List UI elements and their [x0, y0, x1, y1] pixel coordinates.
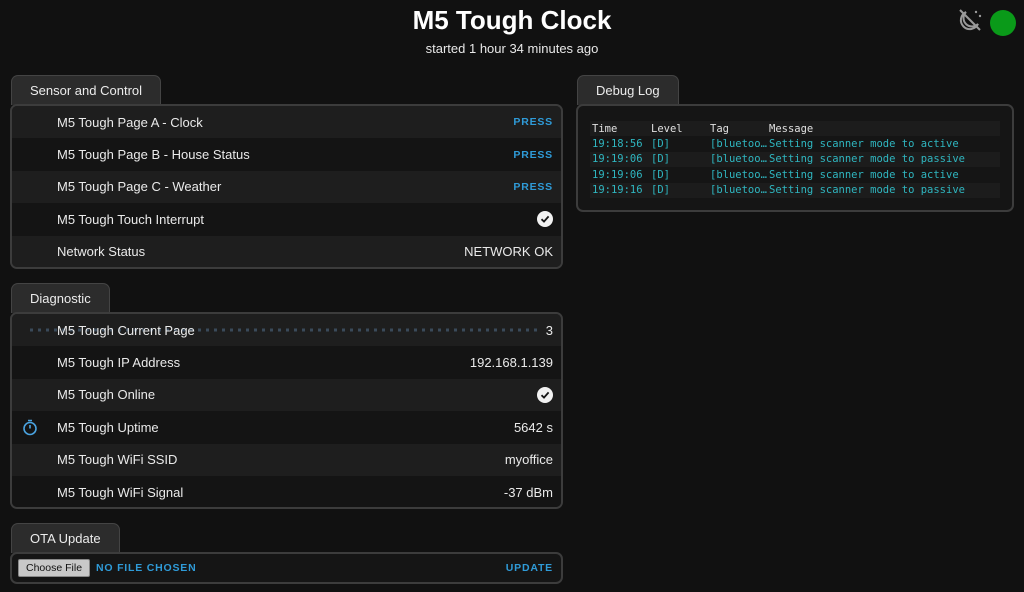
tab-sensor-and-control[interactable]: Sensor and Control — [11, 75, 162, 105]
log-message: Setting scanner mode to passive — [767, 182, 1000, 198]
log-tag: [bluetoo… — [708, 182, 767, 198]
row-label: M5 Tough Online — [57, 387, 156, 403]
check-circle-icon — [537, 211, 553, 228]
log-message: Setting scanner mode to active — [769, 137, 959, 150]
ota-panel: Choose File NO FILE CHOSEN UPDATE — [10, 552, 563, 584]
update-button[interactable]: UPDATE — [506, 562, 553, 574]
connection-status-icon — [990, 9, 1016, 36]
row-label: M5 Tough Page A - Clock — [57, 114, 203, 130]
press-button[interactable]: PRESS — [513, 116, 553, 128]
list-item: M5 Tough Page A - Clock PRESS — [12, 106, 561, 139]
tab-debug-log[interactable]: Debug Log — [577, 75, 679, 105]
top-status-bar — [956, 6, 1016, 39]
debug-log-panel: Time Level Tag Message 19:18:56 [D] [blu… — [576, 104, 1014, 212]
column-header: Level — [651, 122, 683, 135]
log-time: 19:19:06 — [592, 168, 643, 181]
log-time: 19:19:16 — [590, 182, 649, 198]
log-tag: [bluetoo… — [710, 137, 767, 150]
list-item: M5 Tough WiFi Signal -37 dBm — [12, 475, 561, 507]
tab-diagnostic[interactable]: Diagnostic — [11, 283, 110, 313]
network-status-value: NETWORK OK — [464, 244, 553, 260]
list-item: M5 Tough IP Address 192.168.1.139 — [12, 346, 561, 379]
press-button[interactable]: PRESS — [513, 149, 553, 161]
row-label: M5 Tough Page C - Weather — [57, 179, 222, 195]
check-circle-icon — [537, 386, 553, 403]
list-item: M5 Tough Page B - House Status PRESS — [12, 138, 561, 171]
column-header: Tag — [710, 122, 729, 135]
log-message: Setting scanner mode to active — [769, 168, 959, 181]
diagnostic-panel: M5 Tough Current Page 3 M5 Tough IP Addr… — [10, 312, 563, 509]
log-tag: [bluetoo… — [710, 168, 767, 181]
log-time: 19:18:56 — [592, 137, 643, 150]
theme-toggle-icon[interactable] — [956, 6, 984, 39]
wifi-ssid-value: myoffice — [504, 452, 553, 468]
current-page-value: 3 — [545, 322, 553, 338]
ip-address-value: 192.168.1.139 — [469, 355, 553, 371]
log-level: [D] — [649, 151, 708, 167]
tab-ota-update[interactable]: OTA Update — [11, 523, 120, 553]
uptime-value: 5642 s — [513, 419, 553, 435]
list-item: Network Status NETWORK OK — [12, 235, 561, 267]
row-label: M5 Tough WiFi SSID — [57, 452, 178, 468]
column-header: Message — [769, 122, 814, 135]
file-name-label: NO FILE CHOSEN — [96, 562, 197, 574]
row-label: M5 Tough WiFi Signal — [57, 484, 184, 500]
list-item: M5 Tough Current Page 3 — [12, 314, 561, 347]
table-row: 19:19:06 [D] [bluetoo… Setting scanner m… — [590, 167, 1000, 183]
row-label: M5 Tough IP Address — [57, 355, 181, 371]
choose-file-button[interactable]: Choose File — [18, 559, 91, 577]
list-item: M5 Tough Online — [12, 378, 561, 412]
list-item: M5 Tough WiFi SSID myoffice — [12, 443, 561, 476]
column-header: Time — [592, 122, 618, 135]
table-row: 19:19:16 [D] [bluetoo… Setting scanner m… — [590, 182, 1000, 198]
table-row: 19:19:06 [D] [bluetoo… Setting scanner m… — [590, 151, 1000, 167]
row-label: M5 Tough Page B - House Status — [57, 147, 250, 163]
row-label: M5 Tough Current Page — [57, 322, 195, 338]
row-label: M5 Tough Uptime — [57, 419, 159, 435]
press-button[interactable]: PRESS — [513, 181, 553, 193]
log-message: Setting scanner mode to passive — [767, 151, 1000, 167]
page-subtitle: started 1 hour 34 minutes ago — [425, 41, 599, 56]
log-tag: [bluetoo… — [708, 151, 767, 167]
row-label: M5 Tough Touch Interrupt — [57, 211, 204, 227]
log-level: [D] — [651, 168, 670, 181]
log-header-row: Time Level Tag Message — [590, 121, 1000, 136]
log-level: [D] — [649, 182, 708, 198]
page-title: M5 Tough Clock — [412, 5, 612, 35]
page-header: M5 Tough Clock started 1 hour 34 minutes… — [0, 0, 1024, 56]
list-item: M5 Tough Uptime 5642 s — [12, 411, 561, 444]
table-row: 19:18:56 [D] [bluetoo… Setting scanner m… — [590, 136, 1000, 152]
log-level: [D] — [651, 137, 670, 150]
wifi-signal-value: -37 dBm — [503, 484, 553, 500]
list-item: M5 Tough Touch Interrupt — [12, 203, 561, 236]
list-item: M5 Tough Page C - Weather PRESS — [12, 170, 561, 204]
log-time: 19:19:06 — [590, 151, 649, 167]
row-label: Network Status — [57, 244, 146, 260]
stopwatch-icon — [22, 419, 38, 439]
log-table: Time Level Tag Message 19:18:56 [D] [blu… — [590, 121, 1000, 198]
sensor-control-panel: M5 Tough Page A - Clock PRESS M5 Tough P… — [10, 104, 563, 269]
